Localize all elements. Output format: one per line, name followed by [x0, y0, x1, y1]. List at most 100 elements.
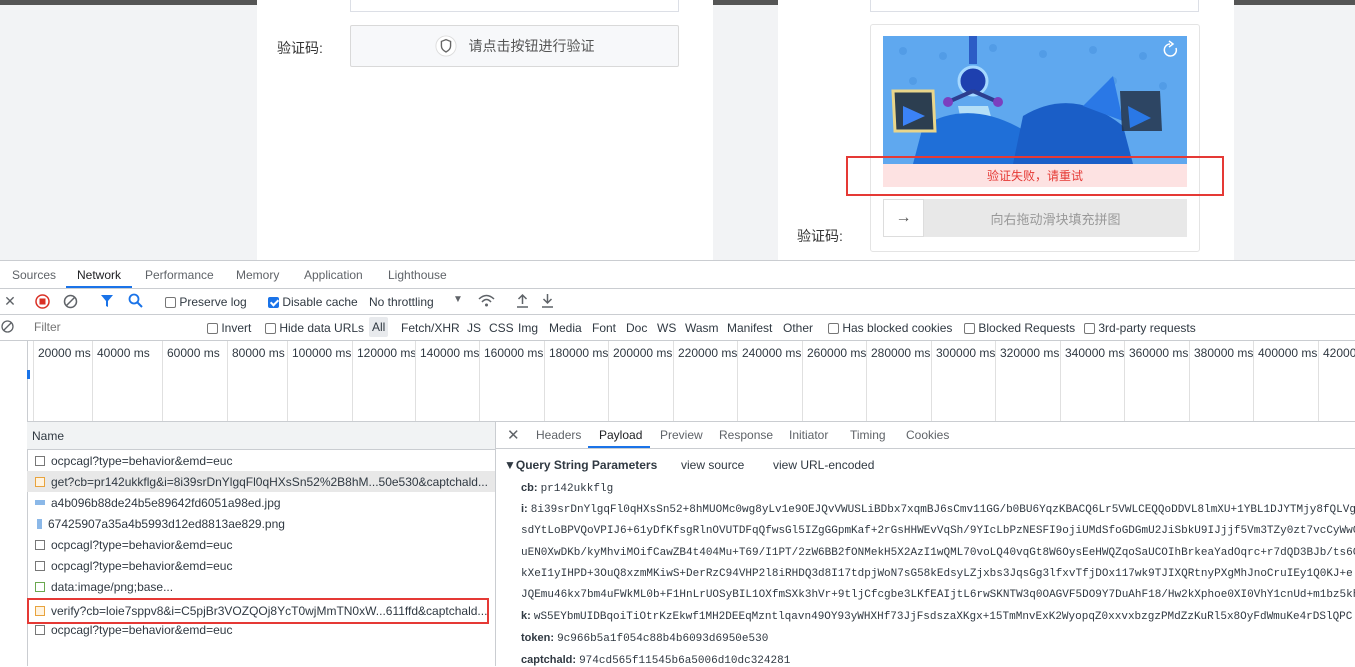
type-filter-js[interactable]: JS [467, 321, 481, 335]
download-icon[interactable] [541, 293, 554, 308]
record-stop-icon[interactable] [35, 294, 50, 309]
type-filter-all[interactable]: All [369, 317, 389, 337]
devtools-tabbar: Sources Network Performance Memory Appli… [0, 261, 1355, 289]
upload-icon[interactable] [516, 293, 529, 308]
network-overview-timeline[interactable]: 20000 ms 40000 ms 60000 ms 80000 ms 1000… [27, 341, 1355, 422]
tab-preview[interactable]: Preview [660, 428, 703, 442]
tab-timing[interactable]: Timing [850, 428, 886, 442]
type-filter-img[interactable]: Img [518, 321, 538, 335]
param-value: pr142ukkflg [540, 483, 614, 495]
request-row[interactable]: a4b096b88de24b5e89642fd6051a98ed.jpg [27, 492, 495, 513]
click-to-verify-button[interactable]: 请点击按钮进行验证 [350, 25, 679, 67]
view-url-encoded-link[interactable]: view URL-encoded [773, 458, 874, 472]
timeline-tick: 80000 ms [227, 341, 285, 421]
timeline-tick: 60000 ms [162, 341, 220, 421]
name-column-header[interactable]: Name [27, 422, 495, 450]
tab-memory[interactable]: Memory [236, 268, 279, 282]
close-detail-icon[interactable]: ✕ [507, 426, 520, 444]
image-icon [35, 500, 45, 505]
captcha-label: 验证码: [277, 40, 323, 56]
param-i-cont: sdYtLoBPVQoVPIJ6+61yDfKfsgRlnOVUTDFqQfws… [521, 525, 1355, 537]
filter-input[interactable] [30, 318, 198, 336]
captcha-puzzle-image [883, 36, 1187, 164]
timeline-tick: 320000 ms [995, 341, 1059, 421]
tab-application[interactable]: Application [304, 268, 363, 282]
tab-headers[interactable]: Headers [536, 428, 581, 442]
type-filter-doc[interactable]: Doc [626, 321, 647, 335]
request-row[interactable]: ocpcagl?type=behavior&emd=euc [27, 450, 495, 471]
xhr-icon [35, 476, 45, 487]
clear-icon[interactable] [63, 294, 78, 309]
tab-response[interactable]: Response [719, 428, 773, 442]
verify-button-label: 请点击按钮进行验证 [468, 38, 595, 54]
active-tab-indicator [66, 286, 132, 288]
request-row[interactable]: 67425907a35a4b5993d12ed8813ae829.png [27, 513, 495, 534]
network-conditions-icon[interactable] [478, 293, 495, 308]
type-filter-font[interactable]: Font [592, 321, 616, 335]
close-icon[interactable]: ✕ [3, 294, 17, 308]
shield-icon [434, 35, 457, 57]
third-party-requests-checkbox[interactable]: 3rd-party requests [1084, 321, 1196, 335]
type-filter-media[interactable]: Media [549, 321, 582, 335]
throttling-select[interactable]: No throttling [369, 295, 434, 309]
document-icon [35, 560, 45, 571]
query-params-section-toggle[interactable]: ▼Query String Parameters [504, 458, 657, 472]
param-i: i: 8i39srDnYlgqFl0qHXsSn52+8hMUOMc0wg8yL… [521, 503, 1355, 516]
input-field-partial[interactable] [870, 0, 1199, 12]
name-header-label: Name [32, 429, 65, 443]
network-filterbar: Invert Hide data URLs All Fetch/XHR JS C… [0, 315, 1355, 341]
timeline-tick: 120000 ms [352, 341, 416, 421]
request-row[interactable]: data:image/png;base... [27, 576, 495, 597]
annotation-highlight-box [846, 156, 1224, 196]
tab-initiator[interactable]: Initiator [789, 428, 828, 442]
view-source-link[interactable]: view source [681, 458, 744, 472]
slider-hint-text: 向右拖动滑块填充拼图 [990, 211, 1121, 227]
request-name: ocpcagl?type=behavior&emd=euc [51, 622, 233, 637]
filter-icon[interactable] [100, 294, 114, 308]
timeline-tick: 340000 ms [1060, 341, 1124, 421]
tab-performance[interactable]: Performance [145, 268, 214, 282]
type-filter-ws[interactable]: WS [657, 321, 676, 335]
tab-sources[interactable]: Sources [12, 268, 56, 282]
param-i-cont: kXeI1yIHPD+3OuQ8xzmMKiwS+DerRzC94VHP2l8i… [521, 568, 1353, 580]
timeline-tick: 160000 ms [479, 341, 543, 421]
timeline-tick: 280000 ms [866, 341, 930, 421]
tab-payload[interactable]: Payload [599, 428, 642, 442]
invert-checkbox[interactable]: Invert [207, 321, 251, 335]
type-filter-other[interactable]: Other [783, 321, 813, 335]
timeline-tick: 360000 ms [1124, 341, 1188, 421]
tab-network[interactable]: Network [77, 268, 121, 282]
hide-data-urls-checkbox[interactable]: Hide data URLs [265, 321, 364, 335]
request-row[interactable]: ocpcagl?type=behavior&emd=euc [27, 534, 495, 555]
tab-cookies[interactable]: Cookies [906, 428, 949, 442]
type-filter-css[interactable]: CSS [489, 321, 514, 335]
disable-cache-checkbox[interactable]: Disable cache [268, 295, 358, 309]
request-row[interactable]: get?cb=pr142ukkflg&i=8i39srDnYlgqFl0qHXs… [27, 471, 495, 492]
request-name: get?cb=pr142ukkflg&i=8i39srDnYlgqFl0qHXs… [51, 474, 488, 489]
param-value: wS5EYbmUIDBqoiTiOtrKzEkwf1MH2DEEqMzntlqa… [533, 611, 1353, 623]
tab-lighthouse[interactable]: Lighthouse [388, 268, 447, 282]
blocked-requests-checkbox[interactable]: Blocked Requests [964, 321, 1075, 335]
timeline-tick: 380000 ms [1189, 341, 1253, 421]
has-blocked-cookies-checkbox[interactable]: Has blocked cookies [828, 321, 952, 335]
block-icon[interactable] [1, 320, 14, 333]
request-name: ocpcagl?type=behavior&emd=euc [51, 558, 233, 573]
preserve-log-checkbox[interactable]: Preserve log [165, 295, 247, 309]
param-token: token: 9c966b5a1f054c88b4b6093d6950e530 [521, 632, 768, 645]
param-captchald: captchald: 974cd565f11545b6a5006d10dc324… [521, 654, 790, 667]
type-filter-fetch-xhr[interactable]: Fetch/XHR [401, 321, 460, 335]
request-name: 67425907a35a4b5993d12ed8813ae829.png [48, 516, 285, 531]
param-i-cont: uEN0XwDKb/kyMhviMOifCawZB4t404Mu+T69/I1P… [521, 547, 1355, 559]
type-filter-manifest[interactable]: Manifest [727, 321, 772, 335]
chevron-down-icon[interactable]: ▼ [453, 294, 463, 305]
search-icon[interactable] [128, 293, 143, 308]
arrow-right-icon: → [895, 209, 912, 226]
request-row[interactable]: ocpcagl?type=behavior&emd=euc [27, 555, 495, 576]
timeline-tick: 140000 ms [415, 341, 479, 421]
timeline-tick: 180000 ms [544, 341, 608, 421]
slider-handle[interactable]: → [883, 199, 924, 237]
type-filter-wasm[interactable]: Wasm [685, 321, 719, 335]
input-field-partial[interactable] [350, 0, 679, 12]
timeline-tick: 240000 ms [737, 341, 801, 421]
image-data-icon [35, 581, 45, 592]
